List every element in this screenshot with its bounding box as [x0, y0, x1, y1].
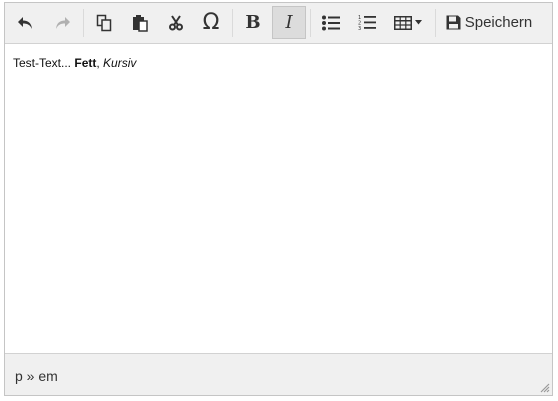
omega-icon: Ω [202, 10, 220, 35]
bold-button[interactable]: B [236, 6, 270, 39]
editor-toolbar: Ω B I 123 Speichern [5, 3, 552, 44]
bullet-list-button[interactable] [314, 6, 348, 39]
svg-text:3: 3 [358, 26, 361, 31]
numbered-list-icon: 123 [358, 14, 376, 31]
italic-icon: I [285, 12, 293, 33]
toolbar-separator [83, 9, 84, 37]
special-character-button[interactable]: Ω [194, 6, 228, 39]
undo-icon [17, 15, 35, 31]
copy-button[interactable] [87, 6, 121, 39]
table-icon [394, 15, 412, 30]
copy-icon [96, 14, 112, 32]
content-paragraph: Test-Text... Fett, Kursiv [13, 56, 544, 70]
toolbar-separator [435, 9, 436, 37]
bold-text: Fett [74, 56, 97, 70]
chevron-down-icon [415, 20, 422, 25]
editor-content-area[interactable]: Test-Text... Fett, Kursiv [5, 44, 552, 355]
save-label: Speichern [464, 14, 533, 31]
cut-button[interactable] [159, 6, 193, 39]
toolbar-separator [310, 9, 311, 37]
bullet-list-icon [322, 15, 340, 31]
undo-button[interactable] [9, 6, 43, 39]
table-button[interactable] [386, 6, 430, 39]
numbered-list-button[interactable]: 123 [350, 6, 384, 39]
editor-statusbar: p » em [5, 353, 552, 395]
element-path[interactable]: p » em [15, 368, 58, 384]
redo-button[interactable] [45, 6, 79, 39]
toolbar-separator [232, 9, 233, 37]
rich-text-editor: Ω B I 123 Speichern Test-Text... Fett, K… [4, 2, 553, 396]
resize-handle-icon[interactable] [540, 383, 550, 393]
redo-icon [53, 15, 71, 31]
italic-text: Kursiv [103, 56, 137, 70]
italic-button[interactable]: I [272, 6, 306, 39]
paste-button[interactable] [123, 6, 157, 39]
bold-icon: B [245, 12, 261, 33]
floppy-disk-icon [446, 15, 461, 30]
plain-text: Test-Text... [13, 56, 75, 70]
save-button[interactable]: Speichern [441, 6, 537, 39]
scissors-icon [168, 14, 184, 31]
paste-icon [132, 14, 148, 32]
